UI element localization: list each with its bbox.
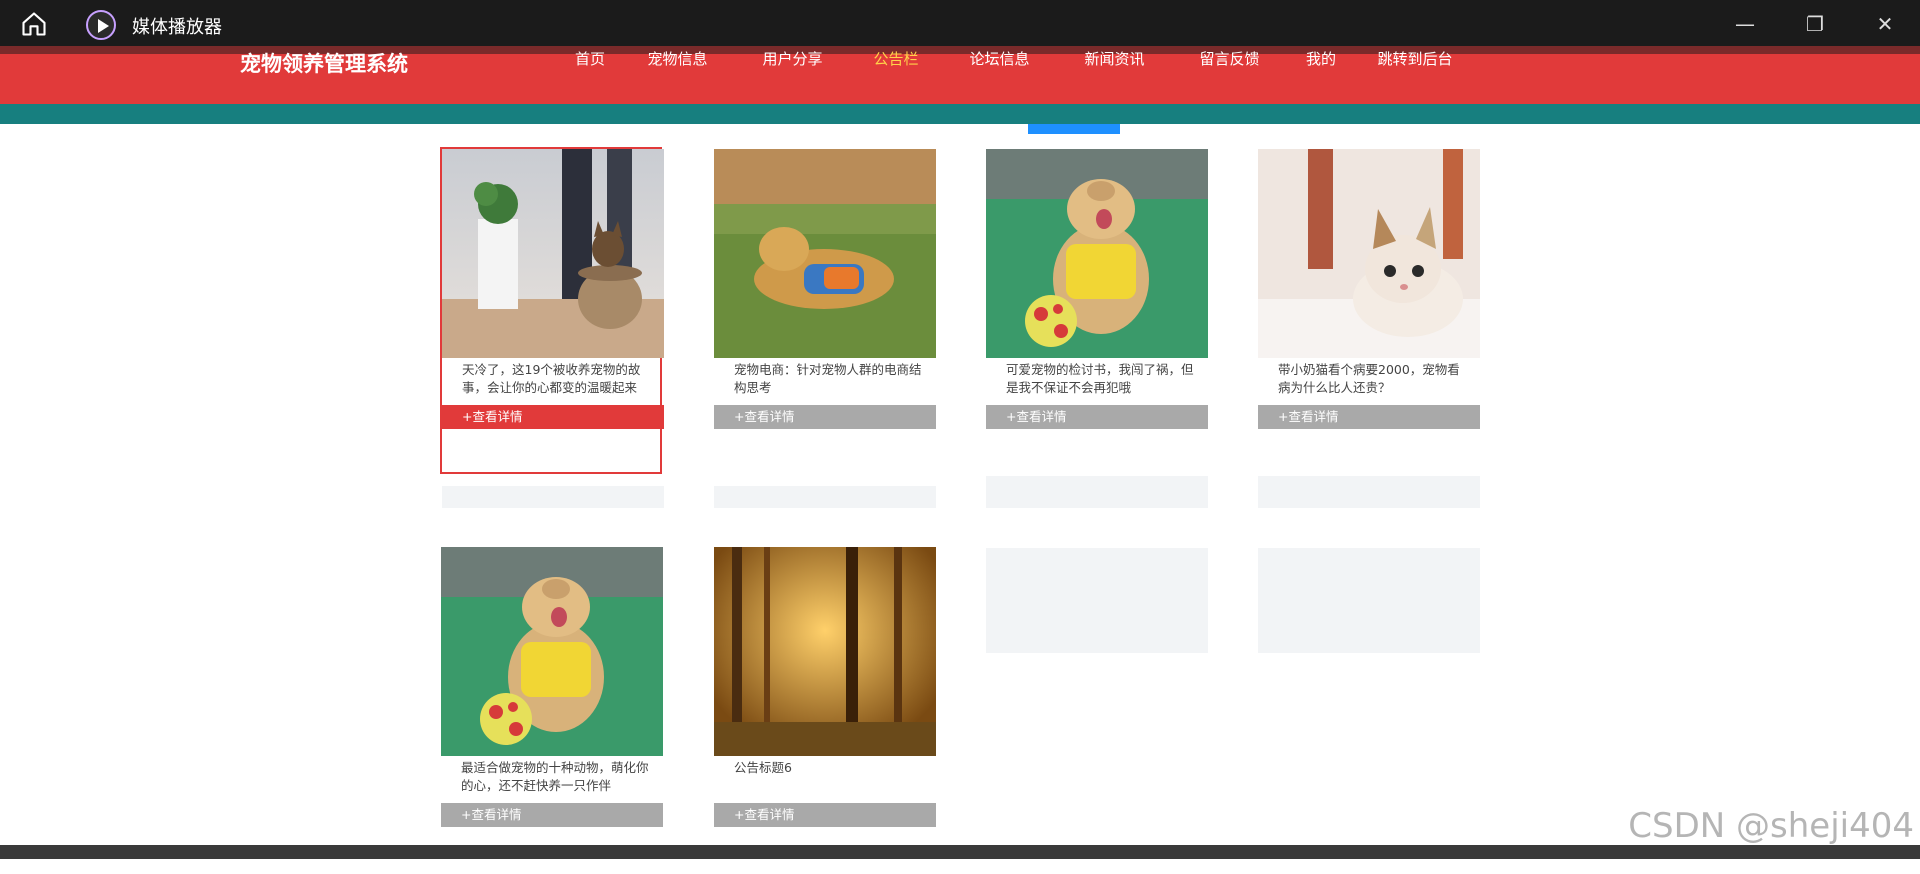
notice-card[interactable]: 公告标题6 +查看详情 [714,547,936,874]
notice-card[interactable]: 最适合做宠物的十种动物，萌化你的心，还不赶快养一只作伴 +查看详情 [441,547,663,874]
view-details-button[interactable]: +查看详情 [441,803,663,827]
site-brand: 宠物领养管理系统 [240,52,408,76]
notice-image[interactable] [986,149,1208,358]
placeholder-block [714,486,936,508]
view-details-button[interactable]: +查看详情 [986,405,1208,429]
placeholder-block [442,486,664,508]
player-title: 媒体播放器 [132,17,222,38]
nav-item[interactable]: 宠物信息 [620,48,735,70]
placeholder-block [986,548,1208,653]
media-player-icon [86,10,116,40]
nav-item[interactable]: 新闻资讯 [1057,48,1172,70]
view-details-button[interactable]: +查看详情 [714,803,936,827]
teal-divider [0,104,1920,124]
notice-title[interactable]: 可爱宠物的检讨书，我闯了祸，但是我不保证不会再犯哦 [1006,361,1196,397]
nav-item[interactable]: 论坛信息 [942,48,1057,70]
player-titlebar: 媒体播放器 — ❐ ✕ [0,0,1920,48]
view-details-button[interactable]: +查看详情 [442,405,664,429]
restore-button[interactable]: ❐ [1780,0,1850,48]
player-bottom-bar [0,845,1920,859]
home-icon[interactable] [20,10,48,38]
notice-image[interactable] [714,149,936,358]
notice-image[interactable] [441,547,663,756]
view-details-button[interactable]: +查看详情 [714,405,936,429]
notice-card[interactable]: 宠物电商：针对宠物人群的电商结构思考 +查看详情 [714,149,936,476]
nav-item[interactable]: 用户分享 [735,48,850,70]
window-controls: — ❐ ✕ [1710,0,1920,48]
nav-item[interactable]: 留言反馈 [1172,48,1287,70]
notice-title[interactable]: 带小奶猫看个病要2000，宠物看病为什么比人还贵？ [1278,361,1468,397]
notice-image[interactable] [714,547,936,756]
notice-title[interactable]: 公告标题6 [734,759,924,777]
site-header: 宠物领养管理系统 首页 宠物信息 用户分享 公告栏 论坛信息 新闻资讯 留言反馈 我的 跳转到后… [0,46,1920,104]
notice-card[interactable]: 天冷了，这19个被收养宠物的故事，会让你的心都变的温暖起来 +查看详情 [440,147,664,474]
watermark: CSDN @sheji404 [1628,806,1914,846]
notice-title[interactable]: 宠物电商：针对宠物人群的电商结构思考 [734,361,924,397]
view-details-button[interactable]: +查看详情 [1258,405,1480,429]
minimize-button[interactable]: — [1710,0,1780,48]
main-nav: 首页 宠物信息 用户分享 公告栏 论坛信息 新闻资讯 留言反馈 我的 跳转到后台 [560,48,1475,70]
nav-item[interactable]: 公告栏 [850,48,942,70]
notice-title[interactable]: 最适合做宠物的十种动物，萌化你的心，还不赶快养一只作伴 [461,759,651,795]
nav-item[interactable]: 首页 [560,48,620,70]
placeholder-block [1258,548,1480,653]
nav-item[interactable]: 跳转到后台 [1355,48,1475,70]
nav-item[interactable]: 我的 [1287,48,1355,70]
notice-title[interactable]: 天冷了，这19个被收养宠物的故事，会让你的心都变的温暖起来 [462,361,652,397]
notice-card[interactable]: 可爱宠物的检讨书，我闯了祸，但是我不保证不会再犯哦 +查看详情 [986,149,1208,476]
close-button[interactable]: ✕ [1850,0,1920,48]
notice-card[interactable]: 带小奶猫看个病要2000，宠物看病为什么比人还贵？ +查看详情 [1258,149,1480,476]
section-indicator [1028,124,1120,134]
notice-image[interactable] [442,149,664,358]
notice-image[interactable] [1258,149,1480,358]
